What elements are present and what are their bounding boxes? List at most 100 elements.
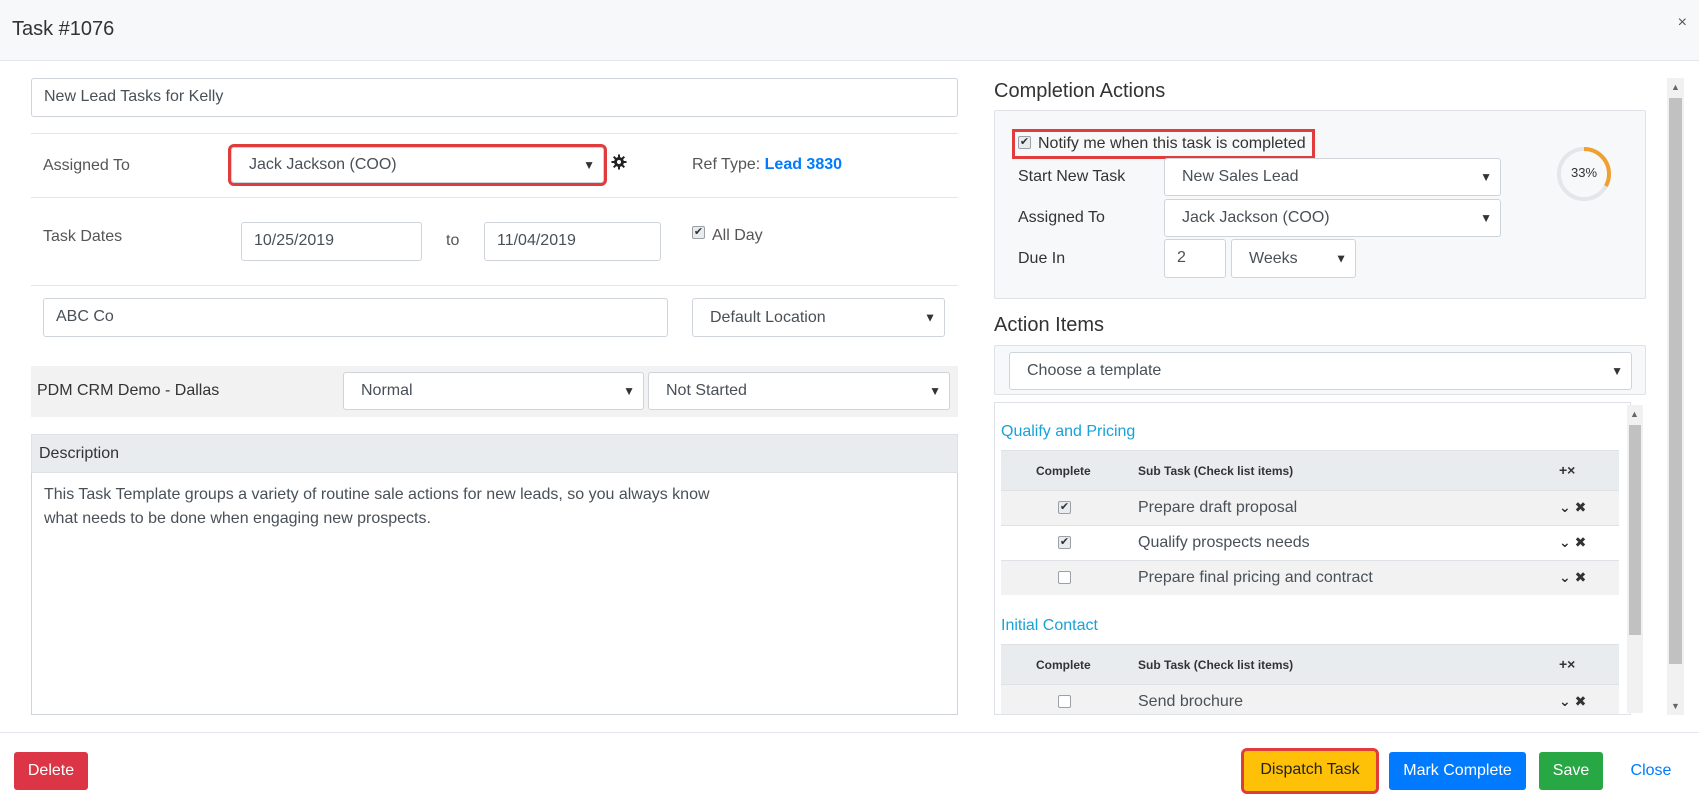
- row-actions[interactable]: ⌄ ✖: [1559, 569, 1586, 586]
- chevron-down-icon: ▼: [1611, 364, 1623, 378]
- chevron-down-icon: ▼: [623, 384, 635, 398]
- table-row: ✔ Prepare draft proposal ⌄ ✖: [1001, 490, 1619, 525]
- due-in-unit-value: Weeks: [1249, 250, 1298, 267]
- table-row: Send brochure ⌄ ✖: [1001, 684, 1619, 714]
- scroll-up-icon[interactable]: ▲: [1630, 409, 1639, 419]
- group-heading[interactable]: Initial Contact: [1001, 617, 1098, 635]
- priority-value: Normal: [361, 382, 413, 399]
- to-label: to: [446, 232, 460, 249]
- row-actions[interactable]: ⌄ ✖: [1559, 693, 1586, 710]
- close-button[interactable]: Close: [1618, 752, 1684, 790]
- table-row: ✔ Qualify prospects needs ⌄ ✖: [1001, 525, 1619, 560]
- action-items-list[interactable]: Qualify and Pricing Complete Sub Task (C…: [994, 402, 1631, 715]
- description-header: Description: [31, 434, 958, 473]
- status-value: Not Started: [666, 382, 747, 399]
- notify-checkbox[interactable]: ✔: [1018, 136, 1031, 149]
- ref-type-link[interactable]: Lead 3830: [765, 156, 842, 173]
- row-checkbox[interactable]: ✔: [1058, 501, 1071, 514]
- page-scrollbar[interactable]: ▲ ▼: [1667, 78, 1684, 715]
- chevron-down-icon[interactable]: ⌄: [1559, 693, 1571, 709]
- due-in-unit-select[interactable]: Weeks ▼: [1231, 239, 1356, 278]
- scroll-down-icon[interactable]: ▼: [1671, 701, 1680, 711]
- save-button[interactable]: Save: [1539, 752, 1603, 790]
- delete-icon[interactable]: ✖: [1575, 569, 1587, 585]
- start-date-input[interactable]: 10/25/2019: [241, 222, 422, 261]
- col-complete: Complete: [1036, 464, 1091, 478]
- add-remove-icons[interactable]: +×: [1559, 462, 1575, 478]
- chevron-down-icon[interactable]: ⌄: [1559, 499, 1571, 515]
- chevron-down-icon: ▼: [1480, 211, 1492, 225]
- group-heading[interactable]: Qualify and Pricing: [1001, 423, 1135, 441]
- location-select[interactable]: Default Location ▼: [692, 298, 945, 337]
- divider: [31, 285, 958, 286]
- notify-row[interactable]: ✔ Notify me when this task is completed: [1012, 129, 1315, 159]
- start-new-task-select[interactable]: New Sales Lead ▼: [1164, 158, 1501, 196]
- scroll-thumb[interactable]: [1629, 425, 1641, 635]
- scroll-thumb[interactable]: [1669, 98, 1682, 664]
- chevron-down-icon: ▼: [583, 158, 595, 172]
- action-items-heading: Action Items: [994, 314, 1105, 336]
- location-value: Default Location: [710, 309, 826, 326]
- row-actions[interactable]: ⌄ ✖: [1559, 499, 1586, 516]
- due-in-input[interactable]: 2: [1164, 239, 1226, 278]
- mark-complete-button[interactable]: Mark Complete: [1389, 752, 1526, 790]
- template-placeholder: Choose a template: [1027, 362, 1162, 379]
- all-day-checkbox[interactable]: ✔: [692, 226, 705, 239]
- subtask-label: Prepare final pricing and contract: [1138, 569, 1373, 586]
- priority-select[interactable]: Normal ▼: [343, 372, 644, 410]
- scroll-up-icon[interactable]: ▲: [1671, 82, 1680, 92]
- assigned-to-label: Assigned To: [43, 157, 130, 174]
- task-title-input[interactable]: New Lead Tasks for Kelly: [31, 78, 958, 117]
- table-row: Prepare final pricing and contract ⌄ ✖: [1001, 560, 1619, 595]
- row-checkbox[interactable]: [1058, 571, 1071, 584]
- completion-actions-heading: Completion Actions: [994, 80, 1166, 102]
- chevron-down-icon[interactable]: ⌄: [1559, 569, 1571, 585]
- subtask-label: Prepare draft proposal: [1138, 499, 1298, 516]
- action-items-scrollbar[interactable]: ▲: [1627, 405, 1643, 713]
- col-subtask: Sub Task (Check list items): [1138, 464, 1294, 478]
- completion-assigned-to-label: Assigned To: [1018, 209, 1105, 226]
- ref-type: Ref Type: Lead 3830: [692, 156, 842, 174]
- row-actions[interactable]: ⌄ ✖: [1559, 534, 1586, 551]
- completion-assigned-to-select[interactable]: Jack Jackson (COO) ▼: [1164, 199, 1501, 237]
- close-icon[interactable]: ×: [1678, 14, 1687, 32]
- task-dates-label: Task Dates: [43, 228, 123, 245]
- dispatch-task-button[interactable]: Dispatch Task: [1241, 748, 1379, 794]
- assigned-to-value: Jack Jackson (COO): [249, 156, 397, 173]
- chevron-down-icon: ▼: [1480, 170, 1492, 184]
- end-date-input[interactable]: 11/04/2019: [484, 222, 661, 261]
- delete-icon[interactable]: ✖: [1575, 693, 1587, 709]
- gear-icon[interactable]: [611, 154, 629, 172]
- col-subtask: Sub Task (Check list items): [1138, 658, 1294, 672]
- chevron-down-icon: ▼: [929, 384, 941, 398]
- all-day-label: All Day: [712, 227, 763, 244]
- modal-footer: Delete Dispatch Task Mark Complete Save …: [0, 732, 1699, 802]
- add-remove-icons[interactable]: +×: [1559, 656, 1575, 672]
- description-label: Description: [39, 445, 120, 462]
- row-checkbox[interactable]: [1058, 695, 1071, 708]
- col-complete: Complete: [1036, 658, 1091, 672]
- status-select[interactable]: Not Started ▼: [648, 372, 950, 410]
- progress-ring: 33%: [1555, 145, 1613, 203]
- table-header: Complete Sub Task (Check list items) +×: [1001, 450, 1619, 490]
- modal-title: Task #1076: [12, 18, 115, 40]
- row-checkbox[interactable]: ✔: [1058, 536, 1071, 549]
- divider: [31, 197, 958, 198]
- company-input[interactable]: ABC Co: [43, 298, 668, 337]
- description-line: what needs to be done when engaging new …: [44, 510, 431, 527]
- divider: [31, 133, 958, 134]
- due-in-label: Due In: [1018, 250, 1066, 267]
- delete-icon[interactable]: ✖: [1575, 499, 1587, 515]
- chevron-down-icon[interactable]: ⌄: [1559, 534, 1571, 550]
- description-textarea[interactable]: This Task Template groups a variety of r…: [31, 473, 958, 715]
- template-select[interactable]: Choose a template ▼: [1009, 352, 1632, 390]
- delete-icon[interactable]: ✖: [1575, 534, 1587, 550]
- start-new-task-value: New Sales Lead: [1182, 168, 1299, 185]
- delete-button[interactable]: Delete: [14, 752, 88, 790]
- assigned-to-select[interactable]: Jack Jackson (COO) ▼: [228, 144, 607, 186]
- subtask-label: Qualify prospects needs: [1138, 534, 1310, 551]
- chevron-down-icon: ▼: [1335, 251, 1347, 265]
- progress-percent: 33%: [1570, 165, 1598, 180]
- chevron-down-icon: ▼: [924, 310, 936, 324]
- completion-assigned-to-value: Jack Jackson (COO): [1182, 209, 1330, 226]
